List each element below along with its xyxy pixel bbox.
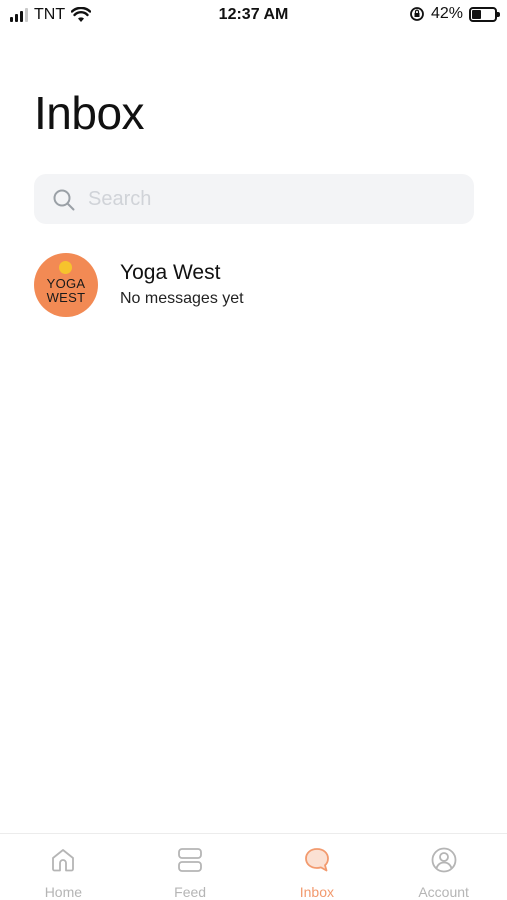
- nav-label-home: Home: [44, 884, 83, 900]
- battery-percent: 42%: [430, 5, 463, 22]
- search-bar[interactable]: [34, 174, 474, 224]
- sun-icon: [59, 261, 72, 274]
- nav-item-home[interactable]: Home: [0, 834, 127, 900]
- nav-item-account[interactable]: Account: [380, 834, 507, 900]
- chat-bubble-icon: [304, 848, 329, 872]
- status-bar: TNT 12:37 AM 42%: [0, 0, 507, 30]
- status-right: 42%: [409, 5, 500, 23]
- nav-label-inbox: Inbox: [299, 884, 334, 900]
- page-title: Inbox: [34, 87, 145, 139]
- bottom-nav: Home Feed Inbox Account: [0, 833, 507, 900]
- nav-item-feed[interactable]: Feed: [127, 834, 254, 900]
- avatar: YOGA WEST: [34, 253, 98, 317]
- nav-item-inbox[interactable]: Inbox: [254, 834, 381, 900]
- conversation-preview: No messages yet: [120, 290, 244, 307]
- avatar-logo-text: YOGA WEST: [34, 277, 98, 305]
- avatar-line-2: WEST: [46, 290, 86, 305]
- conversation-text: Yoga West No messages yet: [120, 260, 244, 310]
- nav-label-account: Account: [418, 884, 469, 900]
- orientation-lock-icon: [410, 7, 424, 21]
- feed-icon: [178, 848, 203, 872]
- avatar-line-1: YOGA: [46, 276, 86, 291]
- search-icon: [53, 189, 75, 211]
- conversation-item[interactable]: YOGA WEST Yoga West No messages yet: [34, 252, 474, 318]
- conversation-name: Yoga West: [120, 261, 221, 284]
- home-icon: [52, 849, 75, 872]
- search-input[interactable]: [88, 174, 458, 224]
- nav-label-feed: Feed: [174, 884, 207, 900]
- battery-icon: [469, 6, 500, 22]
- user-circle-icon: [431, 847, 457, 873]
- inbox-screen: TNT 12:37 AM 42% Inbox Search YOGA WEST …: [0, 0, 507, 900]
- battery-level: [472, 9, 481, 19]
